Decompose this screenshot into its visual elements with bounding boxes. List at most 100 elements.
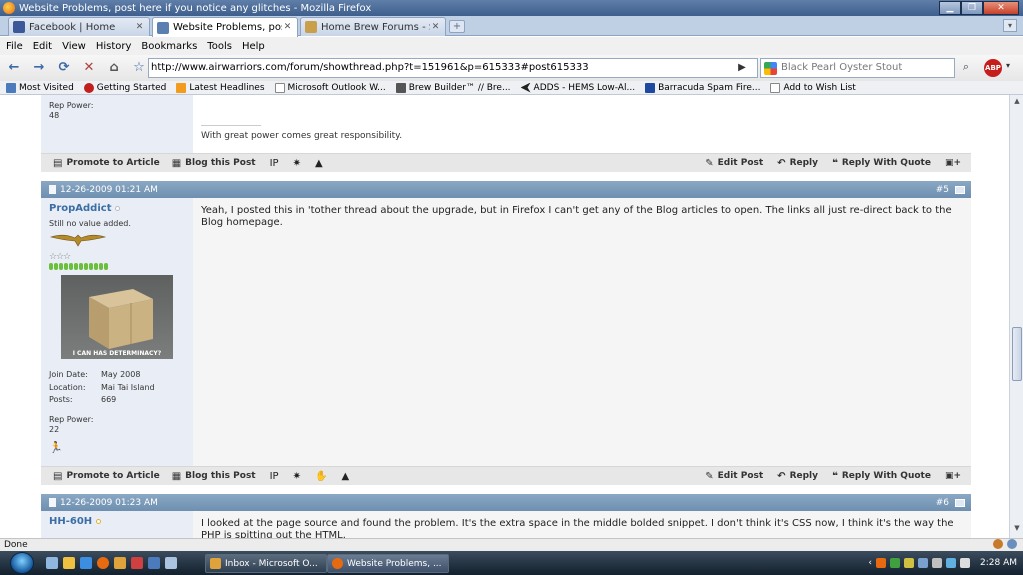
forward-button[interactable]: →: [28, 57, 50, 79]
blog-this-post-button[interactable]: ▦ Blog this Post: [172, 471, 256, 482]
search-input[interactable]: Black Pearl Oyster Stout: [760, 58, 955, 78]
adblock-dropdown-icon[interactable]: ▾: [1006, 61, 1010, 70]
media-player-icon[interactable]: [131, 557, 143, 569]
vertical-scrollbar[interactable]: ▲ ▼: [1009, 95, 1023, 538]
maximize-button[interactable]: ❐: [961, 1, 983, 15]
multi-quote-icon[interactable]: ▣+: [945, 471, 961, 481]
menu-help[interactable]: Help: [242, 41, 265, 52]
reply-button[interactable]: ↶ Reply: [777, 471, 818, 482]
reply-with-quote-button[interactable]: ❝ Reply With Quote: [832, 158, 931, 169]
username-link[interactable]: HH-60H: [49, 516, 185, 527]
tray-app-icon[interactable]: [876, 558, 886, 568]
clock[interactable]: 2:28 AM: [980, 558, 1017, 568]
outlook-icon[interactable]: [114, 557, 126, 569]
bookmark-barracuda[interactable]: Barracuda Spam Fire...: [645, 82, 760, 93]
scroll-up-icon[interactable]: ▲: [1012, 97, 1022, 109]
google-search-engine-icon[interactable]: [764, 62, 777, 75]
firefox-icon[interactable]: [97, 557, 109, 569]
tab-close-icon[interactable]: ✕: [134, 22, 145, 33]
tray-app-icon[interactable]: [904, 558, 914, 568]
multi-quote-icon[interactable]: ▣+: [945, 158, 961, 168]
list-all-tabs-button[interactable]: ▾: [1003, 19, 1017, 32]
new-tab-button[interactable]: +: [449, 20, 465, 33]
menu-bookmarks[interactable]: Bookmarks: [141, 41, 197, 52]
post-icon: [49, 185, 56, 194]
tray-app-icon[interactable]: [890, 558, 900, 568]
menu-edit[interactable]: Edit: [33, 41, 52, 52]
report-star-icon[interactable]: ✷: [293, 471, 301, 482]
forum-thread: Rep Power: 48 With great power comes gre…: [41, 95, 971, 538]
bookmark-star-icon[interactable]: ☆: [128, 57, 150, 79]
page-icon: [274, 82, 285, 93]
tab-facebook[interactable]: Facebook | Home ✕: [8, 17, 150, 36]
quote-bubble-icon: ❝: [832, 157, 838, 169]
show-desktop-icon[interactable]: [46, 557, 58, 569]
bookmark-add-to-wish-list[interactable]: Add to Wish List: [770, 82, 856, 93]
report-star-icon[interactable]: ✷: [293, 158, 301, 169]
edit-post-button[interactable]: ✎ Edit Post: [705, 158, 763, 169]
menu-tools[interactable]: Tools: [207, 41, 232, 52]
reply-button[interactable]: ↶ Reply: [777, 158, 818, 169]
promote-to-article-button[interactable]: ▤ Promote to Article: [53, 158, 160, 169]
post-menu-icon[interactable]: [955, 498, 965, 507]
post-number-link[interactable]: #5: [936, 185, 949, 195]
reload-button[interactable]: ⟳: [53, 57, 75, 79]
blog-this-post-button[interactable]: ▦ Blog this Post: [172, 158, 256, 169]
menu-history[interactable]: History: [96, 41, 132, 52]
url-bar[interactable]: http://www.airwarriors.com/forum/showthr…: [148, 58, 758, 78]
edit-post-button[interactable]: ✎ Edit Post: [705, 471, 763, 482]
close-button[interactable]: ✕: [983, 1, 1019, 15]
post-number-link[interactable]: #6: [936, 498, 949, 508]
post-menu-icon[interactable]: [955, 185, 965, 194]
back-button[interactable]: ←: [3, 57, 25, 79]
tray-app-icon[interactable]: [918, 558, 928, 568]
menu-file[interactable]: File: [6, 41, 23, 52]
tray-app-icon[interactable]: [932, 558, 942, 568]
taskbar-firefox[interactable]: Website Problems, ...: [327, 554, 449, 573]
warning-icon[interactable]: ▲: [341, 471, 349, 482]
tab-home-brew-forums[interactable]: Home Brew Forums - S... ✕: [300, 17, 446, 36]
minimize-button[interactable]: ▁: [939, 1, 961, 15]
ip-icon[interactable]: IP: [270, 471, 279, 482]
app-icon[interactable]: [165, 557, 177, 569]
internet-explorer-icon[interactable]: [80, 557, 92, 569]
volume-icon[interactable]: [960, 558, 970, 568]
bookmark-latest-headlines[interactable]: Latest Headlines: [176, 82, 265, 93]
go-button[interactable]: ▶: [734, 60, 750, 76]
username-link[interactable]: PropAddict: [49, 203, 185, 214]
scrollbar-thumb[interactable]: [1012, 327, 1022, 381]
bookmark-outlook[interactable]: Microsoft Outlook W...: [274, 82, 386, 93]
tab-close-icon[interactable]: ✕: [282, 22, 293, 33]
scroll-down-icon[interactable]: ▼: [1012, 524, 1022, 536]
tray-expand-icon[interactable]: ‹: [868, 558, 872, 568]
bookmark-adds-hems[interactable]: ADDS - HEMS Low-Al...: [520, 82, 635, 93]
aircraft-icon: [520, 82, 531, 93]
taskbar-outlook[interactable]: Inbox - Microsoft O...: [205, 554, 327, 573]
search-icon[interactable]: ⌕: [958, 60, 974, 76]
reply-with-quote-button[interactable]: ❝ Reply With Quote: [832, 471, 931, 482]
bookmark-brew-builder[interactable]: Brew Builder™ // Bre...: [395, 82, 511, 93]
addon-icon[interactable]: [993, 539, 1003, 549]
bookmark-most-visited[interactable]: Most Visited: [6, 82, 74, 93]
action-label: Reply: [789, 158, 818, 168]
network-icon[interactable]: [946, 558, 956, 568]
menu-view[interactable]: View: [62, 41, 86, 52]
action-label: Edit Post: [717, 471, 764, 481]
addon-icon[interactable]: [1007, 539, 1017, 549]
user-avatar[interactable]: I CAN HAS DETERMINACY?: [61, 275, 173, 359]
warning-icon[interactable]: ▲: [315, 158, 323, 169]
explorer-icon[interactable]: [148, 557, 160, 569]
tab-close-icon[interactable]: ✕: [430, 22, 441, 33]
tab-website-problems[interactable]: Website Problems, post ... ✕: [152, 17, 298, 37]
action-label: Edit Post: [717, 158, 764, 168]
ip-icon[interactable]: IP: [270, 158, 279, 169]
post-header: 12-26-2009 01:21 AM #5: [41, 181, 971, 198]
home-button[interactable]: ⌂: [103, 57, 125, 79]
bookmark-getting-started[interactable]: Getting Started: [83, 82, 166, 93]
start-button[interactable]: [10, 552, 34, 574]
promote-to-article-button[interactable]: ▤ Promote to Article: [53, 471, 160, 482]
stop-button[interactable]: ✕: [78, 57, 100, 79]
adblock-plus-icon[interactable]: ABP: [984, 59, 1002, 77]
switch-windows-icon[interactable]: [63, 557, 75, 569]
handshake-icon[interactable]: ✋: [315, 471, 327, 482]
